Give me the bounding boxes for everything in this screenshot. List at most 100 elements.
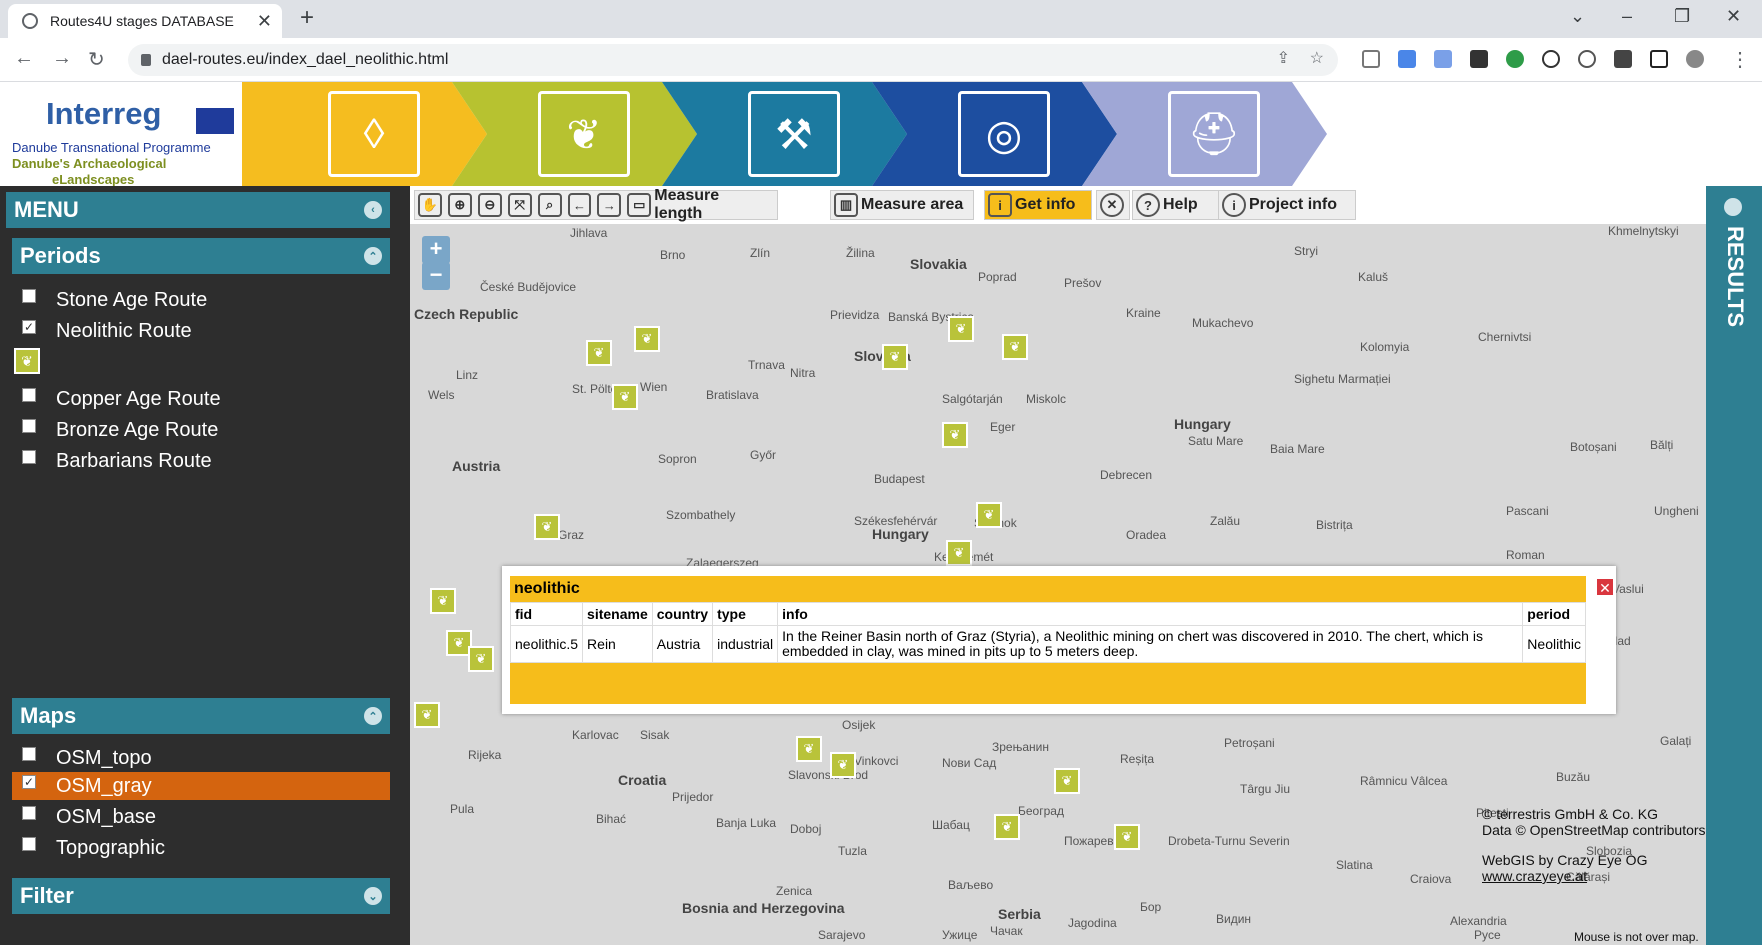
share-icon[interactable]: ⇪ bbox=[1277, 48, 1290, 68]
neolithic-site-marker[interactable]: ❦ bbox=[994, 814, 1020, 840]
close-icon[interactable]: ✕ bbox=[257, 11, 272, 32]
page-icon[interactable] bbox=[1362, 50, 1380, 68]
neolithic-site-marker[interactable]: ❦ bbox=[534, 514, 560, 540]
popup-close-button[interactable]: ✕ bbox=[1596, 578, 1614, 596]
neolithic-site-marker[interactable]: ❦ bbox=[586, 340, 612, 366]
checkbox-checked[interactable]: ✓ bbox=[22, 320, 36, 334]
neolithic-site-marker[interactable]: ❦ bbox=[1114, 824, 1140, 850]
new-tab-button[interactable]: + bbox=[300, 4, 314, 32]
maps-header[interactable]: Maps ⌃ bbox=[12, 698, 390, 734]
bronze-age-route-icon[interactable]: ◎ bbox=[958, 91, 1050, 177]
stone-age-route-icon[interactable]: ◊ bbox=[328, 91, 420, 177]
collapse-icon[interactable]: ‹ bbox=[364, 201, 382, 219]
copper-age-route-option[interactable]: Copper Age Route bbox=[22, 385, 221, 413]
back-icon[interactable]: ← bbox=[14, 47, 34, 70]
topographic-option[interactable]: Topographic bbox=[22, 834, 165, 862]
neolithic-route-option[interactable]: ✓ Neolithic Route bbox=[22, 317, 192, 345]
neolithic-route-icon[interactable]: ❦ bbox=[538, 91, 630, 177]
neolithic-site-marker[interactable]: ❦ bbox=[414, 702, 440, 728]
clear-button[interactable]: ✕ bbox=[1096, 190, 1130, 220]
filter-header[interactable]: Filter ⌄ bbox=[12, 878, 390, 914]
osm-topo-option[interactable]: OSM_topo bbox=[22, 744, 152, 772]
checkbox[interactable] bbox=[22, 747, 36, 761]
neolithic-site-marker[interactable]: ❦ bbox=[430, 588, 456, 614]
minimize-button[interactable]: – bbox=[1622, 6, 1632, 27]
previous-extent-icon[interactable]: ← bbox=[567, 193, 592, 217]
popup-body: neolithic fid sitename country type info… bbox=[509, 576, 1586, 704]
restore-button[interactable]: ❐ bbox=[1674, 6, 1690, 27]
checkbox[interactable] bbox=[22, 419, 36, 433]
bronze-age-route-option[interactable]: Bronze Age Route bbox=[22, 416, 218, 444]
map-label: Stryi bbox=[1294, 244, 1318, 258]
next-extent-icon[interactable]: → bbox=[597, 193, 622, 217]
neolithic-site-marker[interactable]: ❦ bbox=[1002, 334, 1028, 360]
extension-icon[interactable] bbox=[1470, 50, 1488, 68]
neolithic-site-marker[interactable]: ❦ bbox=[634, 326, 660, 352]
neolithic-site-marker[interactable]: ❦ bbox=[612, 384, 638, 410]
translate-icon[interactable] bbox=[1434, 50, 1452, 68]
zoom-box-icon[interactable]: ⌕ bbox=[537, 193, 562, 217]
checkbox-checked[interactable]: ✓ bbox=[22, 775, 36, 789]
extension-icon[interactable] bbox=[1542, 50, 1560, 68]
checkbox[interactable] bbox=[22, 837, 36, 851]
lock-icon bbox=[141, 54, 151, 66]
stone-age-route-option[interactable]: Stone Age Route bbox=[22, 286, 207, 314]
puzzle-icon[interactable] bbox=[1614, 50, 1632, 68]
help-button[interactable]: ? Help bbox=[1132, 190, 1224, 220]
checkbox[interactable] bbox=[22, 289, 36, 303]
zoom-in-button[interactable]: + bbox=[422, 236, 450, 264]
chevron-up-icon[interactable]: ⌃ bbox=[364, 707, 382, 725]
zoom-out-icon[interactable]: ⊖ bbox=[477, 193, 502, 217]
checkbox[interactable] bbox=[22, 806, 36, 820]
periods-header[interactable]: Periods ⌃ bbox=[12, 238, 390, 274]
map-label: Чачак bbox=[990, 924, 1023, 938]
extension-icon[interactable] bbox=[1578, 50, 1596, 68]
full-extent-icon[interactable]: ⤧ bbox=[507, 193, 532, 217]
map-label: Zenica bbox=[776, 884, 813, 898]
sidebar-icon[interactable] bbox=[1650, 50, 1668, 68]
crazyeye-link[interactable]: www.crazyeye.at bbox=[1482, 868, 1587, 884]
chevron-down-icon[interactable]: ⌄ bbox=[1570, 6, 1585, 27]
osm-base-option[interactable]: OSM_base bbox=[22, 803, 156, 831]
chevron-up-icon[interactable]: ⌃ bbox=[364, 247, 382, 265]
neolithic-site-marker[interactable]: ❦ bbox=[882, 344, 908, 370]
star-icon[interactable]: ☆ bbox=[1310, 48, 1324, 68]
barbarians-route-icon[interactable]: ⛑ bbox=[1168, 91, 1260, 177]
neolithic-site-marker[interactable]: ❦ bbox=[1054, 768, 1080, 794]
measure-area-button[interactable]: ▥ Measure area bbox=[830, 190, 974, 220]
zoom-in-icon[interactable]: ⊕ bbox=[447, 193, 472, 217]
map-label: Nови Сад bbox=[942, 756, 997, 770]
extension-icon[interactable] bbox=[1398, 50, 1416, 68]
neolithic-site-marker[interactable]: ❦ bbox=[976, 502, 1002, 528]
reload-icon[interactable]: ↻ bbox=[88, 47, 105, 72]
menu-header[interactable]: MENU ‹ bbox=[6, 192, 390, 228]
checkbox[interactable] bbox=[22, 388, 36, 402]
pan-icon[interactable]: ✋ bbox=[418, 193, 442, 217]
barbarians-route-option[interactable]: Barbarians Route bbox=[22, 447, 212, 475]
neolithic-site-marker[interactable]: ❦ bbox=[830, 752, 856, 778]
copper-age-route-icon[interactable]: ⚒ bbox=[748, 91, 840, 177]
chevron-down-icon[interactable]: ⌄ bbox=[364, 887, 382, 905]
neolithic-site-marker[interactable]: ❦ bbox=[796, 736, 822, 762]
neolithic-site-marker[interactable]: ❦ bbox=[948, 316, 974, 342]
neolithic-site-marker[interactable]: ❦ bbox=[942, 422, 968, 448]
results-panel[interactable]: RESULTS bbox=[1706, 186, 1762, 945]
expand-icon[interactable] bbox=[1724, 198, 1742, 216]
avatar[interactable] bbox=[1686, 50, 1704, 68]
url-field[interactable]: dael-routes.eu/index_dael_neolithic.html… bbox=[128, 44, 1338, 76]
kebab-menu-icon[interactable]: ⋮ bbox=[1730, 47, 1750, 72]
browser-tab[interactable]: Routes4U stages DATABASE ✕ bbox=[8, 4, 282, 38]
neolithic-site-marker[interactable]: ❦ bbox=[946, 540, 972, 566]
map-toolbar: ✋ ⊕ ⊖ ⤧ ⌕ ← → ▭ Measure length ▥ Measure… bbox=[410, 186, 1706, 224]
map-label: Satu Mare bbox=[1188, 434, 1244, 448]
project-info-button[interactable]: i Project info bbox=[1218, 190, 1356, 220]
zoom-out-button[interactable]: − bbox=[422, 262, 450, 290]
extension-icon[interactable] bbox=[1506, 50, 1524, 68]
checkbox[interactable] bbox=[22, 450, 36, 464]
neolithic-site-marker[interactable]: ❦ bbox=[468, 646, 494, 672]
window-close-button[interactable]: ✕ bbox=[1726, 6, 1741, 27]
measure-length-button[interactable]: Measure length bbox=[654, 187, 777, 223]
forward-icon[interactable]: → bbox=[52, 47, 72, 70]
get-info-button[interactable]: i Get info bbox=[984, 190, 1092, 220]
osm-gray-option[interactable]: ✓ OSM_gray bbox=[12, 772, 390, 800]
